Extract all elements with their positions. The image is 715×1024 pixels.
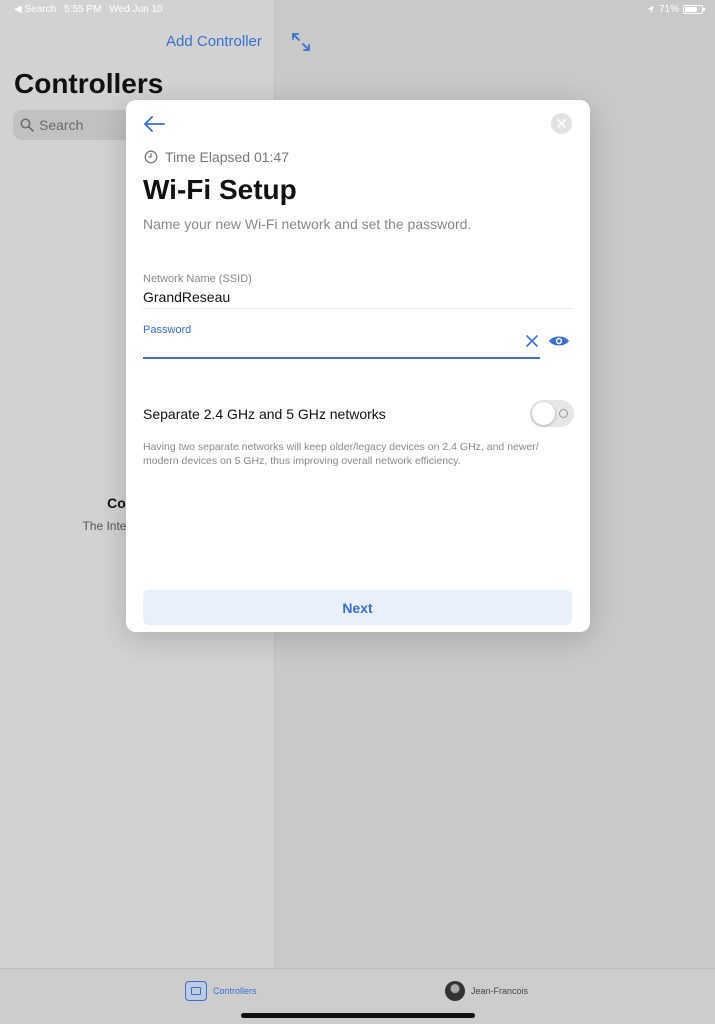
search-icon — [20, 118, 34, 132]
tab-profile[interactable]: Jean-Francois — [445, 981, 528, 1001]
time-elapsed: Time Elapsed 01:47 — [144, 149, 289, 165]
time-elapsed-text: Time Elapsed 01:47 — [165, 149, 289, 165]
ssid-label: Network Name (SSID) — [143, 273, 252, 285]
dialog-subtitle: Name your new Wi-Fi network and set the … — [143, 216, 472, 232]
eye-icon[interactable] — [548, 334, 570, 348]
tab-controllers-label: Controllers — [213, 986, 257, 996]
status-back-label[interactable]: ◀ Search — [14, 4, 56, 15]
ssid-divider — [143, 308, 573, 309]
toggle-off-indicator — [559, 409, 568, 418]
close-icon — [557, 119, 566, 128]
battery-percent: 71% — [658, 4, 679, 15]
expand-icon[interactable] — [290, 31, 312, 53]
wifi-setup-dialog: Time Elapsed 01:47 Wi-Fi Setup Name your… — [126, 100, 590, 632]
status-time: 5:55 PM — [64, 4, 102, 15]
tab-profile-label: Jean-Francois — [471, 986, 529, 996]
battery-icon — [683, 5, 705, 14]
password-field[interactable] — [143, 340, 513, 358]
toggle-knob — [532, 402, 555, 425]
separate-bands-toggle[interactable] — [530, 400, 574, 427]
ssid-field[interactable]: GrandReseau — [143, 289, 230, 305]
search-placeholder: Search — [39, 117, 84, 133]
password-label: Password — [143, 324, 192, 336]
back-arrow-icon[interactable] — [142, 114, 166, 134]
home-indicator — [241, 1013, 475, 1018]
separate-bands-label: Separate 2.4 GHz and 5 GHz networks — [143, 406, 386, 422]
location-icon — [646, 5, 655, 14]
tab-controllers[interactable]: Controllers — [185, 981, 257, 1001]
next-button[interactable]: Next — [143, 590, 572, 625]
status-date: Wed Jun 10 — [109, 4, 163, 15]
status-bar: ◀ Search 5:55 PM Wed Jun 10 71% — [0, 0, 715, 20]
controllers-icon — [185, 981, 207, 1001]
close-button[interactable] — [551, 113, 572, 134]
clock-icon — [144, 150, 158, 164]
dialog-title: Wi-Fi Setup — [143, 174, 297, 205]
password-underline — [143, 357, 540, 359]
page-title: Controllers — [14, 68, 164, 99]
add-controller-button[interactable]: Add Controller — [166, 33, 262, 50]
clear-icon[interactable] — [524, 333, 540, 349]
avatar — [445, 981, 465, 1001]
separate-bands-help: Having two separate networks will keep o… — [143, 441, 539, 467]
